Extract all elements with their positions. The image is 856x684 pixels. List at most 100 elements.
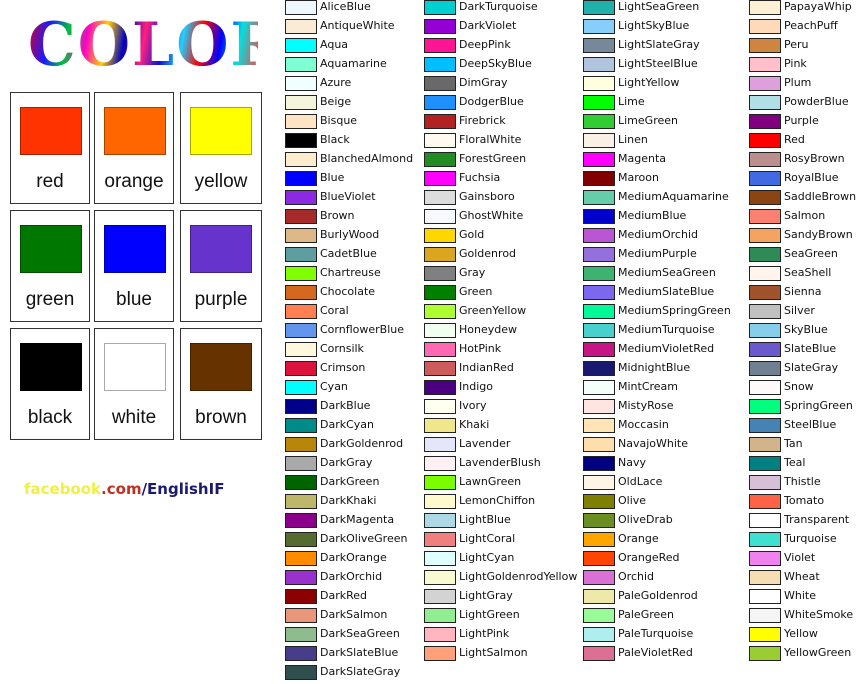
color-swatch: [285, 513, 317, 528]
color-name: FloralWhite: [459, 133, 522, 146]
color-swatch: [285, 209, 317, 224]
color-swatch: [285, 437, 317, 452]
color-name: PaleGreen: [618, 608, 675, 621]
color-name: Black: [320, 133, 350, 146]
color-name: LightPink: [459, 627, 510, 640]
color-name: LemonChiffon: [459, 494, 536, 507]
color-swatch: [424, 532, 456, 547]
color-name: CornflowerBlue: [320, 323, 404, 336]
color-swatch: [285, 646, 317, 661]
color-name: DarkSlateBlue: [320, 646, 399, 659]
color-swatch: [285, 76, 317, 91]
color-name: LightGreen: [459, 608, 520, 621]
color-name: Gray: [459, 266, 486, 279]
color-name: DarkTurquoise: [459, 0, 538, 13]
color-name: ForestGreen: [459, 152, 527, 165]
color-name: LightCyan: [459, 551, 515, 564]
color-swatch: [285, 380, 317, 395]
color-swatch: [583, 76, 615, 91]
color-name: DarkRed: [320, 589, 368, 602]
color-swatch: [424, 266, 456, 281]
color-swatch: [749, 608, 781, 623]
color-name: Lime: [618, 95, 645, 108]
color-swatch: [749, 646, 781, 661]
color-swatch: [749, 133, 781, 148]
color-name: PaleGoldenrod: [618, 589, 698, 602]
color-swatch: [424, 133, 456, 148]
color-swatch: [749, 171, 781, 186]
color-name: DarkSeaGreen: [320, 627, 400, 640]
color-name: SlateBlue: [784, 342, 837, 355]
color-swatch: [424, 608, 456, 623]
color-swatch: [749, 342, 781, 357]
color-name: Gainsboro: [459, 190, 515, 203]
color-swatch: [285, 190, 317, 205]
color-name: White: [784, 589, 816, 602]
color-swatch: [424, 304, 456, 319]
color-swatch: [749, 57, 781, 72]
color-swatch: [285, 532, 317, 547]
color-name: LightSlateGray: [618, 38, 700, 51]
color-swatch: [749, 209, 781, 224]
color-swatch: [424, 589, 456, 604]
color-name: MidnightBlue: [618, 361, 691, 374]
color-swatch: [749, 437, 781, 452]
color-name: Aquamarine: [320, 57, 387, 70]
color-name: LimeGreen: [618, 114, 678, 127]
color-name: PeachPuff: [784, 19, 838, 32]
color-swatch: [424, 380, 456, 395]
color-swatch: [583, 171, 615, 186]
color-swatch: [285, 247, 317, 262]
color-swatch: [583, 399, 615, 414]
color-swatch: [424, 627, 456, 642]
color-card-swatch: [190, 225, 252, 273]
color-name: LightBlue: [459, 513, 511, 526]
color-name: Moccasin: [618, 418, 669, 431]
color-name: OldLace: [618, 475, 663, 488]
color-swatch: [285, 627, 317, 642]
color-swatch: [583, 494, 615, 509]
color-name: Snow: [784, 380, 814, 393]
color-swatch: [285, 342, 317, 357]
color-swatch: [424, 361, 456, 376]
color-swatch: [583, 608, 615, 623]
color-name: Tomato: [784, 494, 825, 507]
color-card-swatch: [104, 225, 166, 273]
color-swatch: [749, 285, 781, 300]
color-name: Indigo: [459, 380, 493, 393]
color-swatch: [285, 57, 317, 72]
color-swatch: [424, 38, 456, 53]
color-swatch: [424, 95, 456, 110]
credit-part-facebook: facebook: [24, 480, 102, 498]
color-swatch: [285, 133, 317, 148]
color-name: GreenYellow: [459, 304, 527, 317]
color-card-swatch: [20, 225, 82, 273]
color-swatch: [583, 114, 615, 129]
color-card-red: red: [10, 92, 90, 204]
color-swatch: [285, 665, 317, 680]
color-name: DimGray: [459, 76, 508, 89]
color-swatch: [749, 38, 781, 53]
color-name: PaleTurquoise: [618, 627, 694, 640]
color-name: DarkOrange: [320, 551, 387, 564]
color-name: SandyBrown: [784, 228, 853, 241]
color-swatch: [424, 646, 456, 661]
color-name: Navy: [618, 456, 646, 469]
color-swatch: [583, 57, 615, 72]
color-name: DarkCyan: [320, 418, 375, 431]
color-name: Firebrick: [459, 114, 506, 127]
color-swatch: [749, 228, 781, 243]
color-name: SeaShell: [784, 266, 832, 279]
color-name: DarkSlateGray: [320, 665, 401, 678]
color-name: PapayaWhip: [784, 0, 852, 13]
color-name: LightSeaGreen: [618, 0, 700, 13]
color-swatch: [749, 494, 781, 509]
color-name: MediumOrchid: [618, 228, 698, 241]
color-name: BurlyWood: [320, 228, 380, 241]
color-name: SeaGreen: [784, 247, 838, 260]
credit-part-page: /EnglishIF: [141, 480, 225, 498]
color-name: Plum: [784, 76, 812, 89]
color-swatch: [285, 228, 317, 243]
color-name: Tan: [784, 437, 803, 450]
color-swatch: [583, 95, 615, 110]
